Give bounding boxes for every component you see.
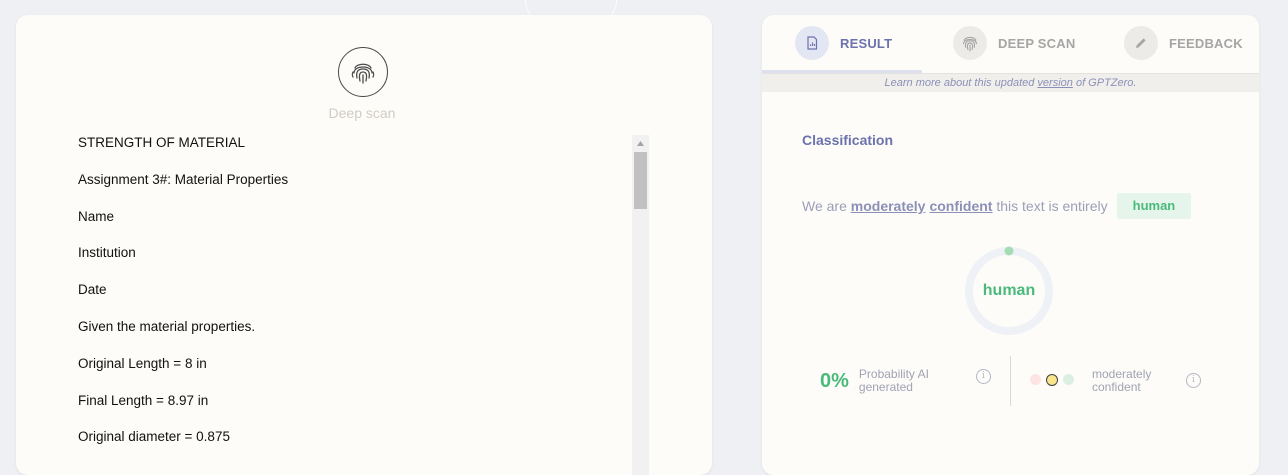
- document-text[interactable]: STRENGTH OF MATERIAL Assignment 3#: Mate…: [78, 135, 628, 466]
- confidence-label: moderately confident: [1092, 367, 1152, 394]
- info-suffix: of GPTZero.: [1072, 77, 1137, 89]
- confidence-word-confident[interactable]: confident: [929, 198, 992, 214]
- confidence-prefix: We are: [802, 198, 851, 214]
- confidence-word-moderately[interactable]: moderately: [851, 198, 926, 214]
- result-tab-icon-circle: [795, 26, 829, 60]
- fingerprint-icon: [351, 63, 375, 84]
- probability-info-icon[interactable]: i: [976, 369, 991, 384]
- version-link[interactable]: version: [1037, 77, 1072, 89]
- tab-bar: RESULT DEEP SCAN FEEDBACK: [762, 15, 1259, 74]
- probability-value: 0%: [820, 369, 849, 392]
- document-line: Final Length = 8.97 in: [78, 392, 209, 408]
- deep-scan-tab-icon-circle: [953, 26, 987, 60]
- scroll-up-button[interactable]: [632, 135, 649, 152]
- document-icon: [807, 36, 818, 50]
- tab-feedback-label: FEEDBACK: [1169, 35, 1243, 51]
- fingerprint-icon: [963, 36, 977, 52]
- tab-feedback[interactable]: FEEDBACK: [1124, 26, 1243, 60]
- confidence-dot-medium: [1046, 374, 1058, 386]
- version-info-bar: Learn more about this updated version of…: [762, 74, 1259, 92]
- document-line: Institution: [78, 245, 136, 261]
- feedback-tab-icon-circle: [1124, 26, 1158, 60]
- confidence-statement: We are moderately confident this text is…: [802, 193, 1192, 219]
- tab-deep-scan[interactable]: DEEP SCAN: [953, 26, 1075, 60]
- triangle-up-icon: [637, 141, 644, 146]
- document-panel: Deep scan STRENGTH OF MATERIAL Assignmen…: [16, 15, 712, 475]
- scrollbar-thumb[interactable]: [634, 152, 647, 209]
- results-panel: RESULT DEEP SCAN FEEDBACK Learn more abo…: [762, 15, 1259, 475]
- confidence-dot-low: [1030, 374, 1041, 385]
- document-line: Assignment 3#: Material Properties: [78, 171, 289, 187]
- document-line: Name: [78, 208, 115, 224]
- scrollbar[interactable]: [632, 135, 649, 475]
- tab-result[interactable]: RESULT: [795, 26, 892, 60]
- deep-scan-button[interactable]: [338, 47, 388, 97]
- probability-label: Probability AI generated: [858, 367, 929, 394]
- donut-label: human: [982, 282, 1036, 299]
- classification-title: Classification: [802, 132, 894, 148]
- document-line: Given the material properties.: [78, 318, 256, 334]
- tab-deep-scan-label: DEEP SCAN: [998, 35, 1076, 51]
- document-line: Date: [78, 282, 107, 298]
- deep-scan-label: Deep scan: [328, 105, 396, 121]
- info-prefix: Learn more about this updated: [884, 77, 1038, 89]
- classification-badge: human: [1116, 193, 1192, 219]
- probability-stat: 0% Probability AI generated: [820, 368, 939, 394]
- document-line: STRENGTH OF MATERIAL: [78, 135, 246, 150]
- tab-result-label: RESULT: [840, 35, 893, 51]
- confidence-info-icon[interactable]: i: [1186, 373, 1201, 388]
- stats-divider: [1010, 356, 1011, 406]
- classification-donut: human: [959, 241, 1059, 341]
- confidence-suffix: this text is entirely: [992, 198, 1108, 214]
- confidence-level-dots: [1030, 374, 1079, 386]
- pencil-icon: [1136, 38, 1146, 48]
- document-line: Original Length = 8 in: [78, 355, 207, 371]
- confidence-dot-high: [1063, 374, 1074, 385]
- document-line: Original diameter = 0.875: [78, 429, 230, 445]
